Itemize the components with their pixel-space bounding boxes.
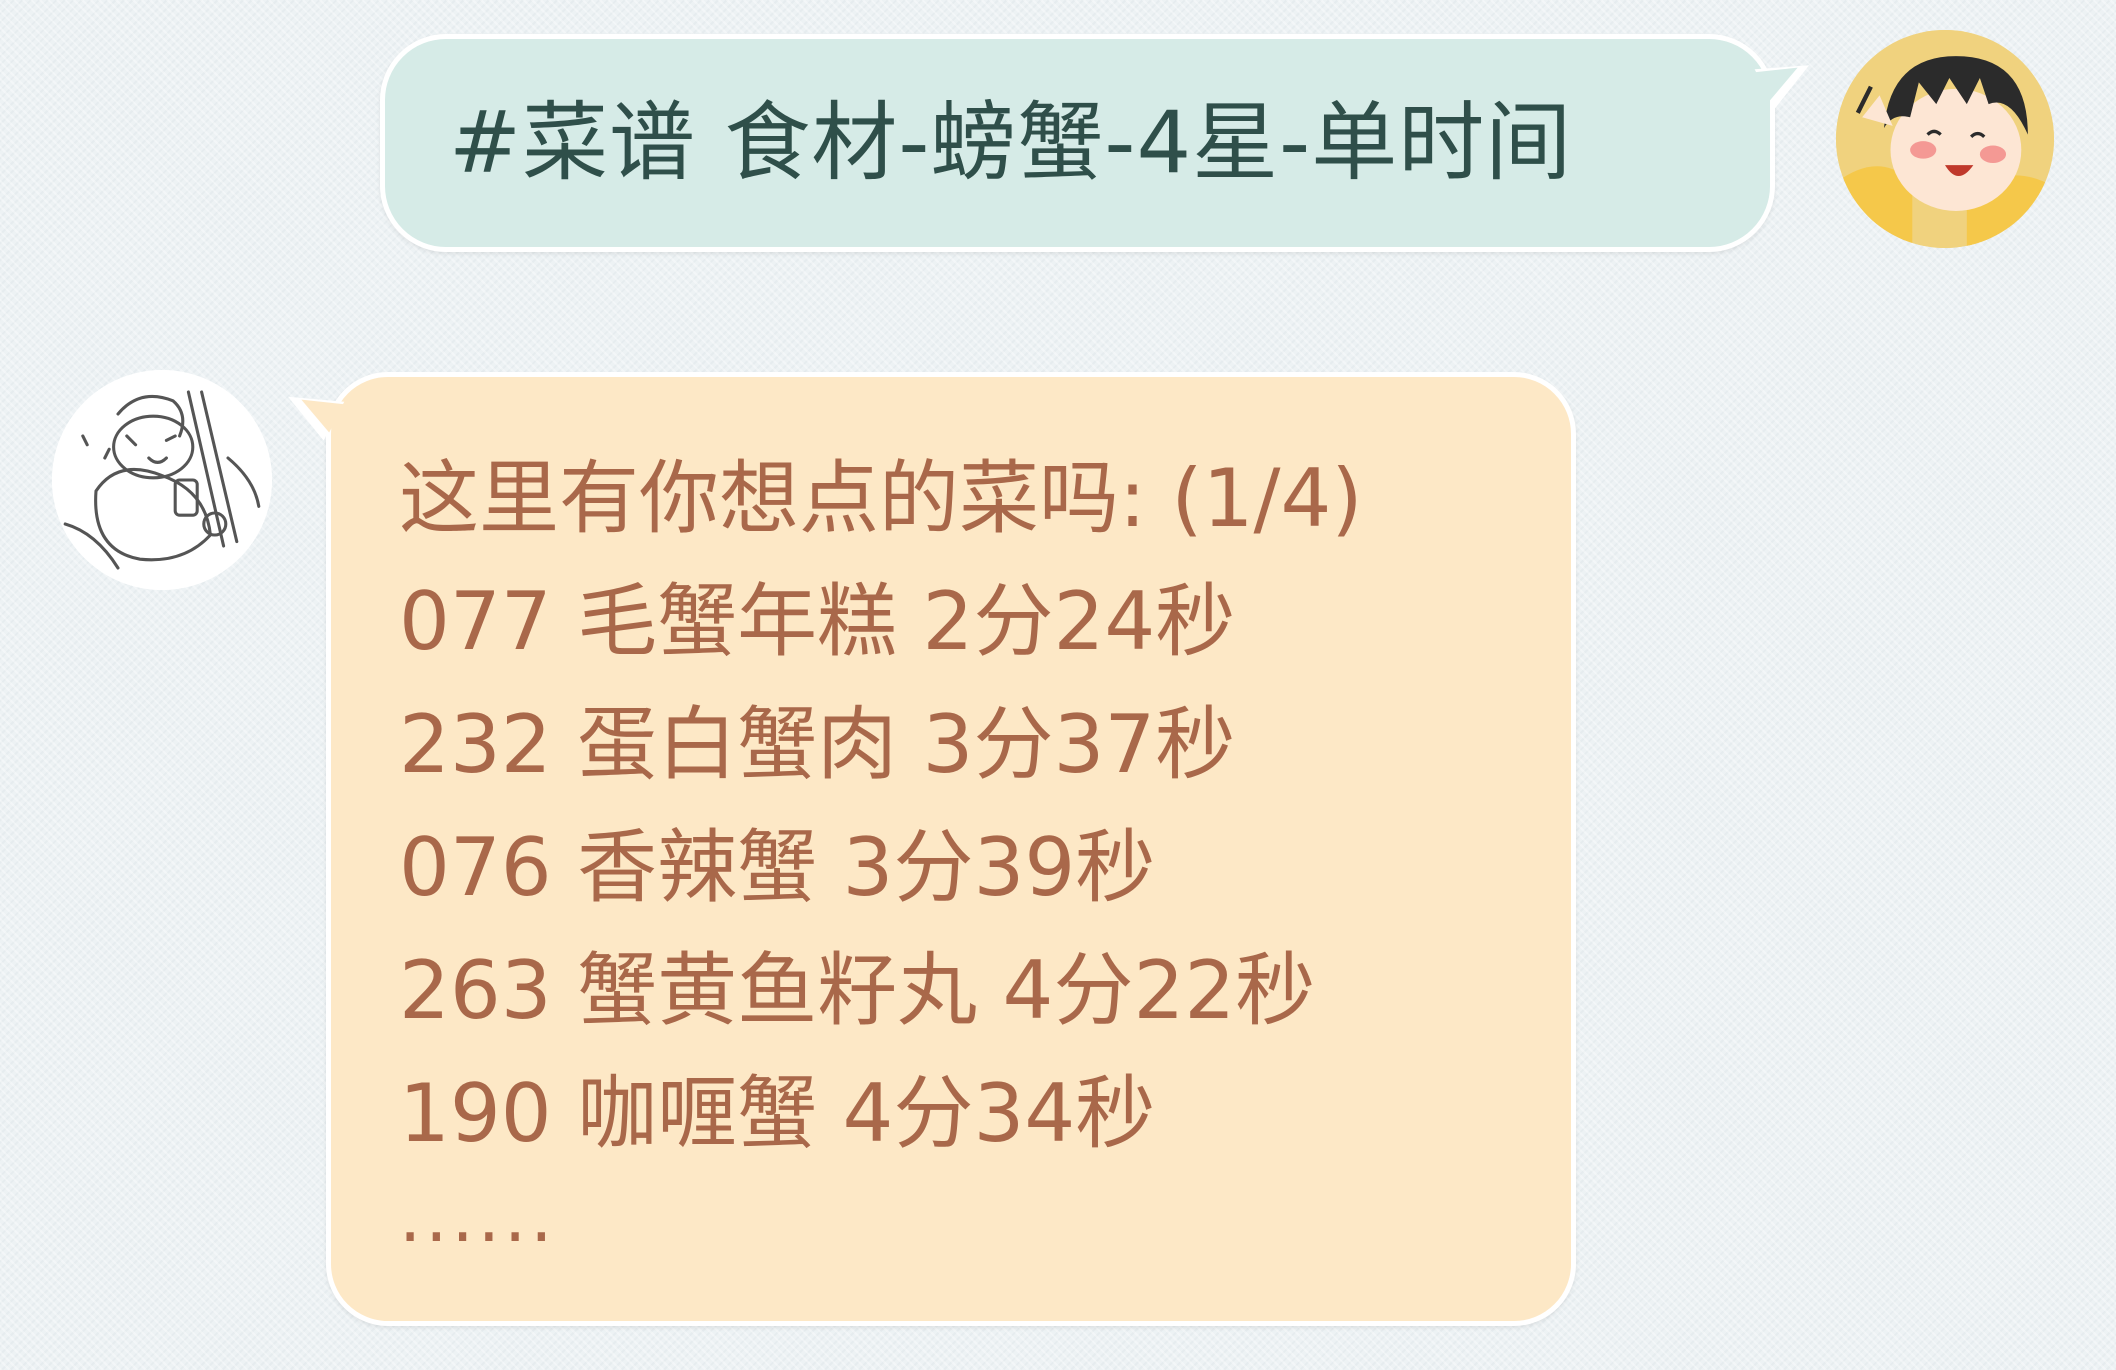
girl-avatar-icon[interactable] — [1836, 30, 2054, 248]
recipe-list-item: 190 咖喱蟹 4分34秒 — [399, 1067, 1156, 1160]
incoming-message-body: 这里有你想点的菜吗: (1/4) 077 毛蟹年糕 2分24秒 232 蛋白蟹肉… — [399, 437, 1363, 1257]
outgoing-message-text: #菜谱 食材-螃蟹-4星-单时间 — [449, 93, 1573, 193]
girl-avatar-graphic — [1836, 30, 2054, 248]
bird-musician-avatar-icon[interactable] — [52, 370, 272, 590]
recipe-list-item: 232 蛋白蟹肉 3分37秒 — [399, 698, 1236, 791]
incoming-message-bubble[interactable]: 这里有你想点的菜吗: (1/4) 077 毛蟹年糕 2分24秒 232 蛋白蟹肉… — [277, 372, 1576, 1326]
outgoing-message-bubble[interactable]: #菜谱 食材-螃蟹-4星-单时间 — [380, 34, 1820, 252]
recipe-list-item: 263 蟹黄鱼籽丸 4分22秒 — [399, 944, 1316, 1037]
recipe-list-item: 077 毛蟹年糕 2分24秒 — [399, 575, 1236, 668]
bird-musician-avatar-graphic — [52, 370, 272, 590]
recipe-list-item: 076 香辣蟹 3分39秒 — [399, 821, 1156, 914]
more-results-ellipsis: ...... — [399, 1176, 557, 1258]
recipe-list-header: 这里有你想点的菜吗: (1/4) — [399, 452, 1363, 545]
